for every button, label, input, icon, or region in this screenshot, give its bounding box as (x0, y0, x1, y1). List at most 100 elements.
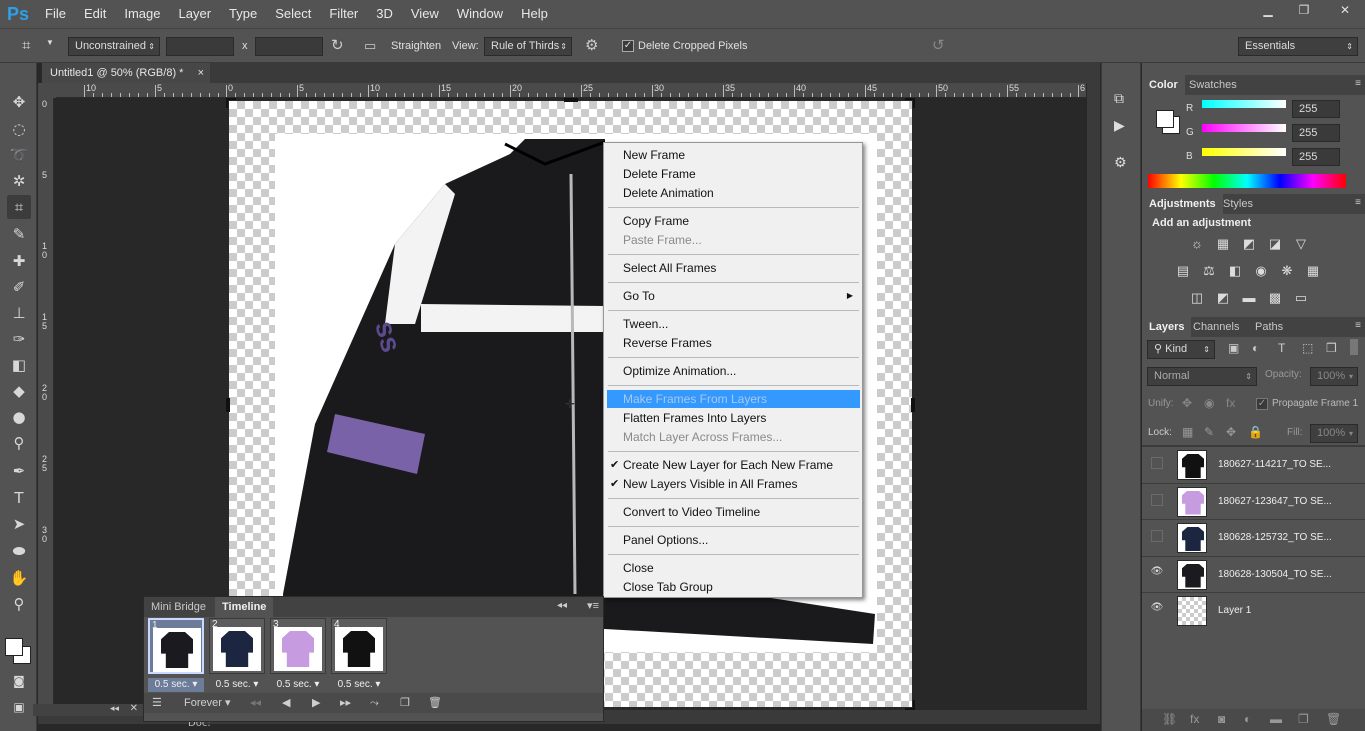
color-spectrum[interactable] (1148, 174, 1346, 188)
context-menu-item-delete-frame[interactable]: Delete Frame (607, 165, 860, 183)
color-lookup-icon[interactable]: ▦ (1304, 262, 1322, 280)
collapsed-close-icon[interactable]: ✕ (130, 703, 138, 714)
properties-icon[interactable]: ⚙ (1114, 155, 1127, 171)
lock-all-icon[interactable]: 🔒 (1248, 425, 1263, 439)
context-menu-item-reverse-frames[interactable]: Reverse Frames (607, 334, 860, 352)
type-tool-icon[interactable]: T (7, 486, 31, 510)
ellipse-tool-icon[interactable]: ⬬ (7, 539, 31, 563)
tab-paths[interactable]: Paths (1248, 317, 1290, 337)
actions-play-icon[interactable]: ▶ (1114, 118, 1125, 134)
menu-file[interactable]: File (36, 0, 75, 28)
context-menu-item-tween[interactable]: Tween... (607, 315, 860, 333)
add-mask-icon[interactable]: ◙ (1218, 712, 1225, 726)
collapsed-expand-icon[interactable]: ◂◂ (110, 704, 119, 714)
color-balance-icon[interactable]: ⚖ (1200, 262, 1218, 280)
b-slider[interactable] (1202, 148, 1286, 156)
horizontal-ruler[interactable]: 10 5 0 5 10 15 20 25 30 35 40 45 50 55 6 (56, 83, 1086, 98)
eyedropper-tool-icon[interactable]: ✎ (7, 222, 31, 246)
paint-bucket-tool-icon[interactable]: ◆ (7, 379, 31, 403)
layer-row[interactable]: 180627-114217_TO SE... (1142, 446, 1365, 482)
layer-filter-dropdown[interactable]: ⚲ Kind ⇕ (1147, 340, 1215, 359)
context-menu-item-new-frame[interactable]: New Frame (607, 146, 860, 164)
g-slider[interactable] (1202, 124, 1286, 132)
visibility-eye-icon[interactable]: 👁 (1150, 565, 1164, 579)
photo-filter-icon[interactable]: ◉ (1252, 262, 1270, 280)
duplicate-frame-icon[interactable]: ❐ (400, 693, 410, 713)
tab-color[interactable]: Color (1142, 75, 1185, 95)
visibility-toggle[interactable] (1151, 457, 1163, 469)
blend-mode-dropdown[interactable]: Normal ⇕ (1147, 367, 1257, 386)
zoom-tool-icon[interactable]: ⚲ (7, 592, 31, 616)
layers-panel-menu-icon[interactable]: ≡ (1355, 320, 1361, 331)
healing-brush-tool-icon[interactable]: ✚ (7, 249, 31, 273)
width-field[interactable] (166, 37, 234, 56)
menu-help[interactable]: Help (512, 0, 557, 28)
previous-frame-icon[interactable]: ◀ (282, 693, 290, 713)
context-menu-item-select-all-frames[interactable]: Select All Frames (607, 259, 860, 277)
document-vertical-scrollbar[interactable] (1087, 83, 1100, 710)
curves-icon[interactable]: ◩ (1240, 235, 1258, 253)
context-menu-item-copy-frame[interactable]: Copy Frame (607, 212, 860, 230)
unify-style-icon[interactable]: fx (1226, 396, 1235, 410)
context-menu-item-delete-animation[interactable]: Delete Animation (607, 184, 860, 202)
hand-tool-icon[interactable]: ✋ (7, 566, 31, 590)
gradient-map-icon[interactable]: ▭ (1292, 289, 1310, 307)
layer-row[interactable]: 👁 Layer 1 (1142, 592, 1365, 628)
menu-view[interactable]: View (402, 0, 448, 28)
history-brush-tool-icon[interactable]: ✑ (7, 327, 31, 351)
opacity-field[interactable]: 100% ▾ (1310, 367, 1358, 386)
posterize-icon[interactable]: ◩ (1214, 289, 1232, 307)
loop-dropdown[interactable]: Forever ▾ (184, 693, 230, 713)
layer-row[interactable]: 180627-123647_TO SE... (1142, 482, 1365, 519)
new-group-icon[interactable]: ▬ (1270, 712, 1282, 726)
swap-icon[interactable]: ↻ (331, 37, 349, 55)
filter-smart-object-icon[interactable]: ❒ (1326, 341, 1337, 355)
straighten-icon[interactable]: ▭ (364, 37, 382, 55)
crop-tool-preset-icon[interactable]: ⌗ (22, 37, 40, 55)
lasso-tool-icon[interactable]: ➰ (7, 143, 31, 167)
foreground-color-swatch[interactable] (5, 638, 23, 656)
layer-row[interactable]: 180628-125732_TO SE... (1142, 519, 1365, 555)
filter-toggle[interactable] (1350, 339, 1358, 355)
context-menu-item-optimize-animation[interactable]: Optimize Animation... (607, 362, 860, 380)
lock-position-icon[interactable]: ✥ (1226, 425, 1236, 439)
context-menu-item-go-to[interactable]: Go To ▶ (607, 287, 860, 305)
lock-transparent-icon[interactable]: ▦ (1182, 425, 1193, 439)
timeline-frame[interactable]: 3 (270, 618, 326, 674)
new-adjustment-icon[interactable]: ◐ (1244, 712, 1251, 726)
marquee-tool-icon[interactable]: ◌ (7, 117, 31, 141)
close-button[interactable]: ✕ (1325, 0, 1365, 20)
vibrance-icon[interactable]: ▽ (1292, 235, 1310, 253)
delete-cropped-checkbox[interactable]: ✓ (622, 40, 634, 52)
unify-position-icon[interactable]: ✥ (1182, 396, 1192, 410)
menu-select[interactable]: Select (266, 0, 320, 28)
timeline-frame[interactable]: 1 (148, 618, 204, 674)
filter-pixel-icon[interactable]: ▣ (1228, 341, 1239, 355)
frame-delay-dropdown[interactable]: 0.5 sec. ▾ (270, 678, 326, 692)
vertical-ruler[interactable]: 0 5 1 0 1 5 2 0 2 5 3 0 (38, 98, 54, 710)
gear-icon[interactable]: ⚙ (585, 37, 603, 55)
propagate-checkbox[interactable]: ✓ (1256, 398, 1268, 410)
visibility-toggle[interactable] (1151, 493, 1163, 506)
selective-color-icon[interactable]: ▩ (1266, 289, 1284, 307)
menu-window[interactable]: Window (448, 0, 512, 28)
context-menu-item-create-new-layer-for-each-new-frame[interactable]: ✔ Create New Layer for Each New Frame (607, 456, 860, 474)
unify-visibility-icon[interactable]: ◉ (1204, 396, 1214, 410)
context-menu-item-flatten-frames-into-layers[interactable]: Flatten Frames Into Layers (607, 409, 860, 427)
context-menu-item-close-tab-group[interactable]: Close Tab Group (607, 578, 860, 596)
new-layer-icon[interactable]: ❐ (1298, 712, 1309, 726)
timeline-frame[interactable]: 2 (209, 618, 265, 674)
menu-filter[interactable]: Filter (320, 0, 367, 28)
crop-tool-icon[interactable]: ⌗ (7, 195, 31, 219)
hue-saturation-icon[interactable]: ▤ (1174, 262, 1192, 280)
context-menu-item-new-layers-visible-in-all-frames[interactable]: ✔ New Layers Visible in All Frames (607, 475, 860, 493)
next-frame-icon[interactable]: ▸▸ (340, 693, 351, 713)
brush-tool-icon[interactable]: ✐ (7, 275, 31, 299)
restore-button[interactable]: ❐ (1289, 0, 1319, 20)
tab-adjustments[interactable]: Adjustments (1142, 194, 1223, 214)
adjustments-panel-menu-icon[interactable]: ≡ (1355, 197, 1361, 208)
timeline-frame[interactable]: 4 (331, 618, 387, 674)
move-tool-icon[interactable]: ✥ (7, 90, 31, 114)
fill-field[interactable]: 100% ▾ (1310, 424, 1358, 443)
collapse-panel-icon[interactable]: ◂◂ (557, 600, 567, 611)
